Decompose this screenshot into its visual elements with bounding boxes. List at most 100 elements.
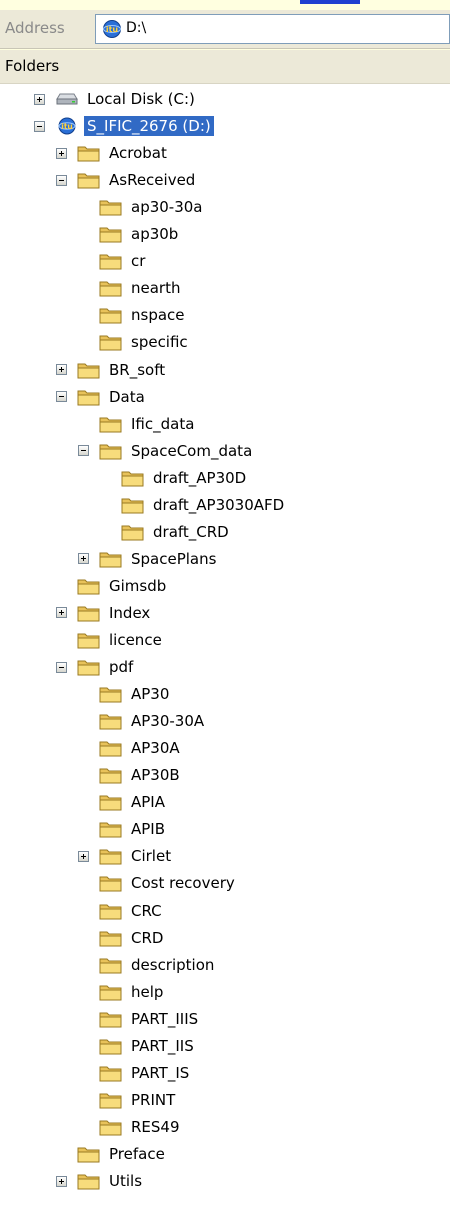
tree-item-label: draft_AP3030AFD (153, 495, 285, 514)
tree-item-label: specific (131, 333, 188, 352)
tree-item[interactable]: Cost recovery (78, 871, 238, 895)
svg-text:itu: itu (61, 122, 73, 131)
itu-drive-icon: itu (55, 117, 79, 135)
tree-item-label: AP30-30A (131, 712, 205, 731)
folder-icon (77, 1172, 101, 1190)
tree-item[interactable]: Index (56, 601, 153, 625)
expand-icon[interactable] (56, 1175, 67, 1187)
tree-item[interactable]: AP30B (78, 763, 183, 787)
tree-item-label: APIA (131, 793, 165, 812)
collapse-icon[interactable] (56, 661, 67, 673)
tree-item-label: PART_IIS (131, 1036, 194, 1055)
folder-icon (99, 1118, 123, 1136)
tree-item[interactable]: BR_soft (56, 358, 168, 382)
tree-item[interactable]: PRINT (78, 1088, 178, 1112)
folder-icon (99, 712, 123, 730)
folder-icon (99, 793, 123, 811)
tree-item-label: Local Disk (C:) (87, 90, 195, 108)
tree-item[interactable]: help (78, 980, 166, 1004)
tree-item-label: SpacePlans (131, 549, 217, 568)
tree-item-label: AP30B (131, 766, 180, 785)
collapse-icon[interactable] (56, 391, 67, 403)
tree-item[interactable]: ap30b (78, 222, 181, 246)
folders-title: Folders (5, 57, 60, 75)
tree-item-label: Cost recovery (131, 874, 235, 893)
tree-item-label: AP30 (131, 685, 170, 704)
tree-item-label: APIB (131, 820, 166, 839)
collapse-icon[interactable] (78, 445, 89, 457)
tree-item-label: nearth (131, 279, 181, 298)
expand-icon[interactable] (56, 147, 67, 159)
tree-item[interactable]: ap30-30a (78, 195, 206, 219)
tree-item[interactable]: AP30-30A (78, 709, 207, 733)
tree-item[interactable]: nspace (78, 303, 188, 327)
tree-item[interactable]: AP30 (78, 682, 172, 706)
folder-icon (99, 874, 123, 892)
tree-item[interactable]: AP30A (78, 736, 183, 760)
tree-item[interactable]: Data (56, 385, 148, 409)
folder-icon (99, 306, 123, 324)
tree-item[interactable]: draft_CRD (100, 520, 232, 544)
collapse-icon[interactable] (34, 120, 45, 132)
tree-item[interactable]: draft_AP30D (100, 466, 249, 490)
tree-item-label: draft_AP30D (153, 468, 247, 487)
tree-item[interactable]: licence (56, 628, 165, 652)
folder-icon (99, 983, 123, 1001)
tree-item[interactable]: APIB (78, 817, 168, 841)
tree-item[interactable]: Preface (56, 1142, 168, 1166)
svg-text:itu: itu (106, 25, 119, 34)
tree-item[interactable]: SpaceCom_data (78, 439, 255, 463)
tree-item[interactable]: Acrobat (56, 141, 170, 165)
tree-item[interactable]: nearth (78, 276, 183, 300)
expand-icon[interactable] (78, 850, 89, 862)
hard-drive-icon (55, 90, 79, 108)
tree-item[interactable]: APIA (78, 790, 168, 814)
folder-icon (99, 198, 123, 216)
expand-icon[interactable] (56, 364, 67, 375)
tree-item-label: draft_CRD (153, 522, 229, 541)
expand-icon[interactable] (56, 607, 67, 619)
tree-item[interactable]: cr (78, 249, 148, 273)
tree-item[interactable]: draft_AP3030AFD (100, 493, 287, 517)
folder-icon (121, 523, 145, 541)
folder-icon (99, 1091, 123, 1109)
tree-item-label: ap30b (131, 225, 179, 244)
tree-item-label: Cirlet (131, 847, 172, 866)
tree-item[interactable]: CRD (78, 926, 166, 950)
tree-item-label: AsReceived (109, 171, 196, 190)
tree-item[interactable]: pdf (56, 655, 136, 679)
tree-item[interactable]: specific (78, 330, 191, 354)
folder-icon (121, 496, 145, 514)
tree-item-label: Utils (109, 1172, 143, 1190)
tree-item[interactable]: itu S_IFIC_2676 (D:) (34, 114, 214, 138)
folder-icon (77, 171, 101, 189)
tree-item[interactable]: RES49 (78, 1115, 183, 1139)
expand-icon[interactable] (78, 553, 89, 565)
tree-item-label: Ific_data (131, 414, 195, 433)
tree-item[interactable]: description (78, 953, 217, 977)
tree-item[interactable]: PART_IIIS (78, 1007, 201, 1031)
folder-icon (77, 658, 101, 676)
tree-item[interactable]: SpacePlans (78, 547, 219, 571)
folder-icon (77, 361, 101, 379)
folder-icon (99, 685, 123, 703)
address-bar: Address itu D:\ (0, 10, 450, 49)
tree-item[interactable]: Ific_data (78, 412, 197, 436)
tree-item[interactable]: AsReceived (56, 168, 198, 192)
tree-item-label: SpaceCom_data (131, 441, 253, 460)
tree-item[interactable]: PART_IIS (78, 1034, 197, 1058)
tree-item[interactable]: Utils (56, 1169, 145, 1193)
address-input[interactable]: itu D:\ (95, 14, 450, 44)
tree-item[interactable]: CRC (78, 899, 165, 923)
tree-item[interactable]: PART_IS (78, 1061, 192, 1085)
folder-tree[interactable]: Local Disk (C:) itu S_IFIC_2676 (D:) Acroba… (0, 84, 450, 1229)
tree-item[interactable]: Cirlet (78, 844, 174, 868)
tree-item-label: cr (131, 252, 146, 271)
tree-item[interactable]: Local Disk (C:) (34, 87, 198, 111)
folder-icon (99, 415, 123, 433)
tree-item[interactable]: Gimsdb (56, 574, 169, 598)
expand-icon[interactable] (34, 93, 45, 105)
folder-icon (77, 604, 101, 622)
folder-icon (99, 956, 123, 974)
collapse-icon[interactable] (56, 174, 67, 186)
